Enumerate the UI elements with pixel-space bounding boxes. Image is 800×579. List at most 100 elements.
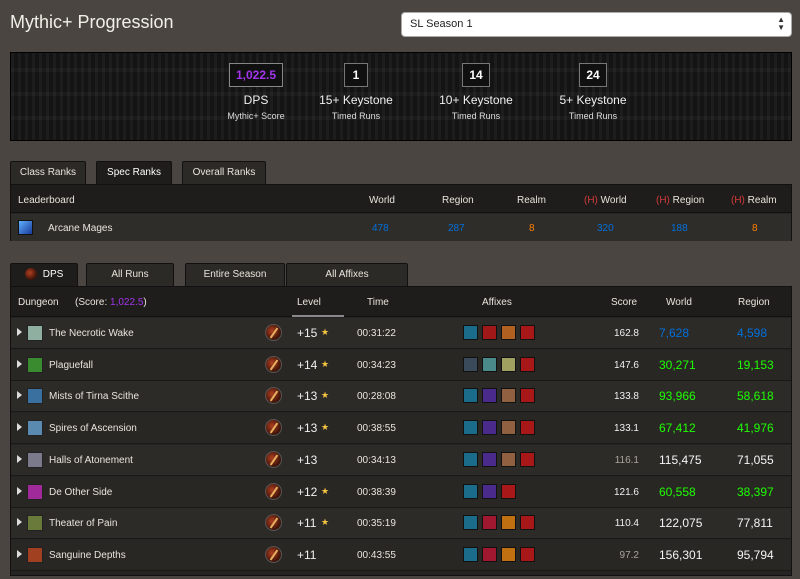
run-tab[interactable]: All Runs [86,263,174,286]
table-row[interactable]: Halls of Atonement +13 00:34:13 116.1 115,47… [11,444,791,476]
header: Mythic+ Progression SL Season 1 ▲ ▼ [0,0,800,48]
affix-icon[interactable] [501,483,516,499]
region-rank: 58,618 [737,389,774,404]
table-row[interactable]: Theater of Pain +11 ★ 00:35:19 110.4 122,075 7… [11,508,791,540]
affix-icon[interactable] [501,451,516,467]
affix-icon[interactable] [520,420,535,436]
region-rank: 95,794 [737,547,774,562]
table-row[interactable]: Mists of Tirna Scithe +13 ★ 00:28:08 133.8 93… [11,381,791,413]
affix-icon[interactable] [520,546,535,562]
time-header[interactable]: Time [367,297,389,308]
rank-tab[interactable]: Spec Ranks [96,161,172,184]
region-rank: 71,055 [737,452,774,467]
expand-arrow-icon[interactable] [17,391,22,400]
affix-icon[interactable] [501,388,516,404]
table-row[interactable]: De Other Side +12 ★ 00:38:39 121.6 60,558 38,3… [11,476,791,508]
affix-icon[interactable] [482,420,497,436]
run-tab-label: DPS [42,269,64,280]
affix-icon[interactable] [520,325,535,340]
h-realm-rank: 8 [752,223,758,234]
dungeon-name[interactable]: Mists of Tirna Scithe [49,391,139,402]
affix-icon[interactable] [482,356,497,372]
run-score: 162.8 [613,328,639,339]
expand-arrow-icon[interactable] [17,486,22,495]
star-icon: ★ [321,485,330,496]
affix-icon[interactable] [482,325,497,340]
affix-icon[interactable] [463,515,478,531]
dungeon-icon [27,451,43,468]
run-tab[interactable]: DPS [10,263,78,286]
affix-icon[interactable] [463,388,478,404]
affix-icon[interactable] [463,420,478,436]
affix-icon[interactable] [501,515,516,531]
total-score-header: (Score: 1,022.5) [75,297,147,308]
world-header[interactable]: World [666,297,692,308]
keystone-level: +11 [297,547,317,562]
world-rank: 115,475 [659,452,702,467]
affix-icon[interactable] [501,420,516,436]
affix-icon[interactable] [463,546,478,562]
dungeon-name[interactable]: Plaguefall [49,360,93,371]
affix-icon[interactable] [482,388,497,404]
affixes-header: Affixes [482,297,512,308]
expand-arrow-icon[interactable] [17,454,22,463]
dungeon-name[interactable]: Halls of Atonement [49,455,133,466]
affix-icon[interactable] [501,546,516,562]
affix-icon[interactable] [501,325,516,340]
run-tab[interactable]: Entire Season [185,263,285,286]
keystone-level: +13 [297,389,318,404]
dungeon-icon [27,515,43,532]
rank-tab[interactable]: Overall Ranks [182,161,266,184]
affix-icon[interactable] [463,483,478,499]
affix-icon[interactable] [482,483,497,499]
run-tab[interactable]: All Affixes [286,263,408,286]
affix-icon[interactable] [520,356,535,372]
keystone-level: +13 [297,452,318,467]
dungeon-name[interactable]: Sanguine Depths [49,550,126,561]
keystone-level: +15 [297,326,318,340]
table-row[interactable]: The Necrotic Wake +15 ★ 00:31:22 162.8 7,628 4… [11,318,791,349]
expand-arrow-icon[interactable] [17,549,22,558]
spec-name: Arcane Mages [48,223,113,234]
expand-arrow-icon[interactable] [17,423,22,432]
h-world-rank: 320 [597,223,614,234]
dungeon-name[interactable]: Theater of Pain [49,518,117,529]
affix-icon[interactable] [482,515,497,531]
dungeon-name[interactable]: De Other Side [49,487,112,498]
season-select[interactable]: SL Season 1 ▲ ▼ [401,12,792,37]
affix-icon[interactable] [463,325,478,340]
world-rank: 30,271 [659,357,696,372]
dungeon-icon [27,420,43,437]
ranks-header: Leaderboard World Region Realm (H) World… [11,185,791,213]
expand-arrow-icon[interactable] [17,518,22,527]
affix-icon[interactable] [501,356,516,372]
ranks-row[interactable]: Arcane Mages 478 287 8 320 188 8 [11,214,791,241]
world-rank: 93,966 [659,389,696,404]
dungeon-icon [27,546,43,563]
score-header[interactable]: Score [611,297,637,308]
region-header[interactable]: Region [738,297,770,308]
dungeon-name[interactable]: Spires of Ascension [49,423,137,434]
affix-icon[interactable] [463,451,478,467]
rank-tab[interactable]: Class Ranks [10,161,86,184]
affix-icon[interactable] [520,388,535,404]
spec-icon [265,387,282,405]
world-rank: 67,412 [659,421,696,436]
table-row[interactable]: Spires of Ascension +13 ★ 00:38:55 133.1 67,4… [11,413,791,445]
table-row[interactable]: Plaguefall +14 ★ 00:34:23 147.6 30,271 19,153 [11,349,791,381]
level-header[interactable]: Level [297,297,321,308]
keystone-level: +14 [297,357,318,372]
stat-sub: Mythic+ Score [227,111,285,121]
star-icon: ★ [321,390,330,401]
season-select-value: SL Season 1 [410,18,473,30]
affix-icon[interactable] [463,356,478,372]
dungeon-name[interactable]: The Necrotic Wake [49,328,134,339]
affix-icon[interactable] [520,515,535,531]
affix-icon[interactable] [482,451,497,467]
affix-icon[interactable] [520,451,535,467]
expand-arrow-icon[interactable] [17,359,22,368]
table-row[interactable]: Sanguine Depths +11 00:43:55 97.2 156,301 95,… [11,539,791,571]
affix-icon[interactable] [482,546,497,562]
summary-panel: 1,022.5 DPS Mythic+ Score 1 15+ Keystone Time… [10,52,792,141]
expand-arrow-icon[interactable] [17,328,22,336]
